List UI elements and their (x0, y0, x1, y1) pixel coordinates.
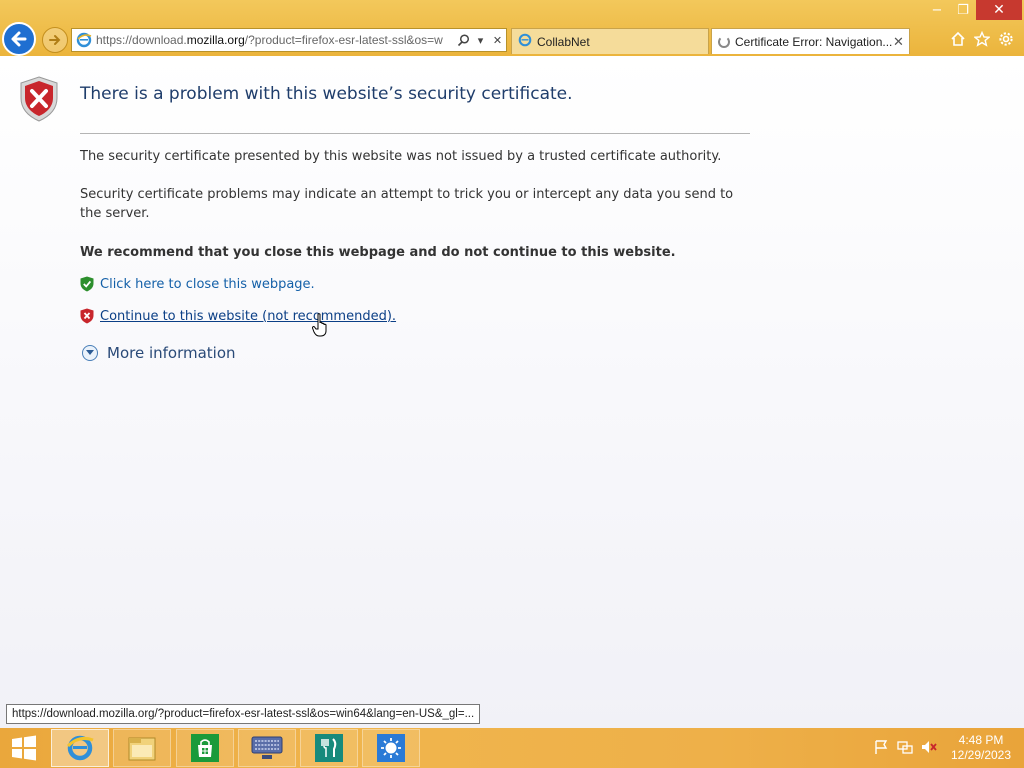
green-shield-icon (80, 276, 94, 292)
loading-spinner-icon (718, 35, 730, 48)
search-icon[interactable] (455, 29, 472, 51)
internet-explorer-icon (66, 735, 94, 761)
address-url[interactable]: https://download.mozilla.org/?product=fi… (96, 33, 455, 47)
forward-arrow-icon (49, 35, 61, 45)
taskbar-keyboard-app[interactable] (238, 729, 296, 767)
divider (80, 133, 750, 134)
settings-gear-icon[interactable] (996, 28, 1016, 50)
continue-website-link[interactable]: Continue to this website (not recommende… (100, 309, 396, 324)
certificate-explanation: The security certificate presented by th… (80, 149, 722, 164)
weather-sun-icon (377, 734, 405, 762)
system-tray (872, 738, 938, 756)
recommendation-text: We recommend that you close this webpage… (80, 245, 676, 260)
expand-chevron-icon (82, 345, 98, 361)
browser-chrome: − ❐ ✕ https://download.mozilla.org/?prod… (0, 0, 1024, 56)
address-bar[interactable]: https://download.mozilla.org/?product=fi… (71, 28, 507, 52)
start-button[interactable] (0, 728, 48, 768)
close-webpage-row: Click here to close this webpage. (80, 276, 315, 292)
tab-certificate-error[interactable]: Certificate Error: Navigation... ✕ (711, 28, 910, 54)
red-shield-icon (80, 308, 94, 324)
continue-website-row: Continue to this website (not recommende… (80, 308, 396, 324)
url-prefix: https://download. (96, 33, 187, 47)
tab-label: CollabNet (537, 34, 590, 49)
back-button[interactable] (2, 22, 36, 56)
security-shield-error-icon (20, 76, 58, 126)
clock-time: 4:48 PM (958, 733, 1004, 747)
action-center-flag-icon[interactable] (872, 738, 890, 756)
file-explorer-icon (128, 737, 156, 761)
page-title: There is a problem with this website’s s… (80, 84, 573, 104)
dropdown-icon[interactable]: ▾ (472, 29, 489, 51)
keyboard-icon (251, 736, 283, 759)
volume-muted-icon[interactable] (920, 738, 938, 756)
store-icon (191, 734, 219, 762)
ie-page-icon (72, 29, 96, 51)
system-clock[interactable]: 4:48 PM 12/29/2023 (944, 733, 1018, 763)
status-url-tooltip: https://download.mozilla.org/?product=fi… (6, 704, 481, 724)
toolbar-icons (948, 28, 1016, 50)
url-suffix: /?product=firefox-esr-latest-ssl&os=w (244, 33, 443, 47)
favorites-star-icon[interactable] (972, 28, 992, 50)
restore-button[interactable]: ❐ (948, 0, 978, 20)
taskbar-weather-app[interactable] (362, 729, 420, 767)
tab-label: Certificate Error: Navigation... (735, 34, 893, 49)
page-content: There is a problem with this website’s s… (0, 56, 1024, 728)
ie-tab-icon (518, 33, 532, 50)
home-icon[interactable] (948, 28, 968, 50)
windows-logo-icon (12, 735, 36, 761)
close-tab-icon[interactable]: ✕ (893, 34, 909, 50)
security-warning-text: Security certificate problems may indica… (80, 187, 734, 221)
close-webpage-link[interactable]: Click here to close this webpage. (100, 277, 315, 292)
fork-knife-icon (315, 734, 343, 762)
tab-collabnet[interactable]: CollabNet (511, 28, 709, 54)
taskbar: 4:48 PM 12/29/2023 (0, 728, 1024, 768)
clock-date: 12/29/2023 (950, 748, 1012, 762)
network-icon[interactable] (896, 738, 914, 756)
taskbar-store[interactable] (176, 729, 234, 767)
taskbar-internet-explorer[interactable] (51, 729, 109, 767)
forward-button[interactable] (42, 27, 68, 53)
taskbar-food-app[interactable] (300, 729, 358, 767)
url-domain: mozilla.org (186, 33, 245, 47)
back-arrow-icon (11, 31, 27, 47)
more-information-label: More information (107, 344, 236, 362)
taskbar-file-explorer[interactable] (113, 729, 171, 767)
hand-cursor-icon (311, 313, 330, 341)
close-window-button[interactable]: ✕ (976, 0, 1022, 20)
more-information-toggle[interactable]: More information (82, 344, 236, 362)
stop-icon[interactable]: ✕ (489, 29, 506, 51)
